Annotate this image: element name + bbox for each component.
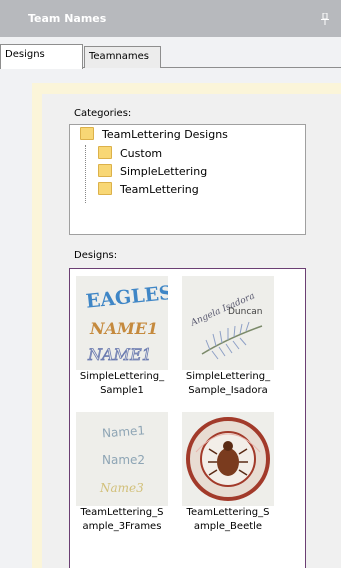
- tree-item-teamlettering[interactable]: TeamLettering: [98, 181, 199, 199]
- svg-text:NAME1: NAME1: [89, 319, 158, 338]
- designs-label: Designs:: [74, 250, 118, 261]
- title-bar[interactable]: Team Names: [22, 0, 341, 37]
- categories-label: Categories:: [74, 108, 132, 119]
- svg-text:Duncan: Duncan: [228, 307, 263, 317]
- folder-icon: [98, 146, 112, 159]
- designs-gallery[interactable]: EAGLES NAME1 NAME1 SimpleLettering_ Samp…: [69, 268, 306, 568]
- isadora-feather-image: Angela Isadora Duncan: [189, 291, 263, 360]
- eagles-lettering-image: EAGLES NAME1 NAME1: [85, 282, 174, 365]
- design-thumbnail-sample1[interactable]: EAGLES NAME1 NAME1: [76, 276, 174, 370]
- design-caption-isadora: SimpleLettering_ Sample_Isadora: [185, 371, 271, 396]
- categories-tree[interactable]: TeamLettering Designs Custom SimpleLette…: [69, 124, 306, 235]
- svg-text:EAGLES: EAGLES: [85, 282, 168, 313]
- tree-item-teamlettering-label: TeamLettering: [120, 183, 199, 196]
- tree-item-simplelettering[interactable]: SimpleLettering: [98, 163, 207, 181]
- design-thumbnail-beetle[interactable]: [182, 412, 274, 506]
- design-thumbnail-isadora[interactable]: Angela Isadora Duncan: [182, 276, 274, 370]
- tab-strip: Designs Teamnames: [0, 40, 341, 69]
- design-caption-beetle: TeamLettering_S ample_Beetle: [186, 507, 270, 532]
- tree-item-simplelettering-label: SimpleLettering: [120, 165, 208, 178]
- three-frames-image: Name1 Name2 Name3: [99, 423, 146, 495]
- tab-teamnames-label: Teamnames: [89, 51, 149, 62]
- svg-text:Name1: Name1: [102, 423, 146, 440]
- tree-item-custom-label: Custom: [120, 147, 163, 160]
- tree-item-root-label: TeamLettering Designs: [102, 128, 228, 141]
- folder-icon: [98, 164, 112, 177]
- tab-designs[interactable]: Designs: [0, 44, 83, 69]
- tree-connector: [85, 145, 86, 203]
- tab-designs-label: Designs: [5, 49, 45, 60]
- tab-teamnames[interactable]: Teamnames: [84, 46, 161, 68]
- window-title: Team Names: [28, 12, 107, 25]
- design-thumbnail-3frames[interactable]: Name1 Name2 Name3: [76, 412, 168, 506]
- title-bar-edge: [0, 0, 22, 37]
- folder-icon: [80, 127, 94, 140]
- design-caption-sample1: SimpleLettering_ Sample1: [79, 371, 165, 396]
- design-caption-3frames: TeamLettering_S ample_3Frames: [80, 507, 164, 532]
- pin-icon[interactable]: [321, 13, 329, 25]
- folder-icon: [98, 182, 112, 195]
- svg-text:Name2: Name2: [102, 453, 145, 467]
- svg-text:Name3: Name3: [99, 481, 144, 495]
- svg-text:NAME1: NAME1: [87, 345, 152, 364]
- tree-item-root[interactable]: TeamLettering Designs: [80, 126, 228, 144]
- beetle-emblem-image: [186, 417, 270, 501]
- tree-item-custom[interactable]: Custom: [98, 145, 162, 163]
